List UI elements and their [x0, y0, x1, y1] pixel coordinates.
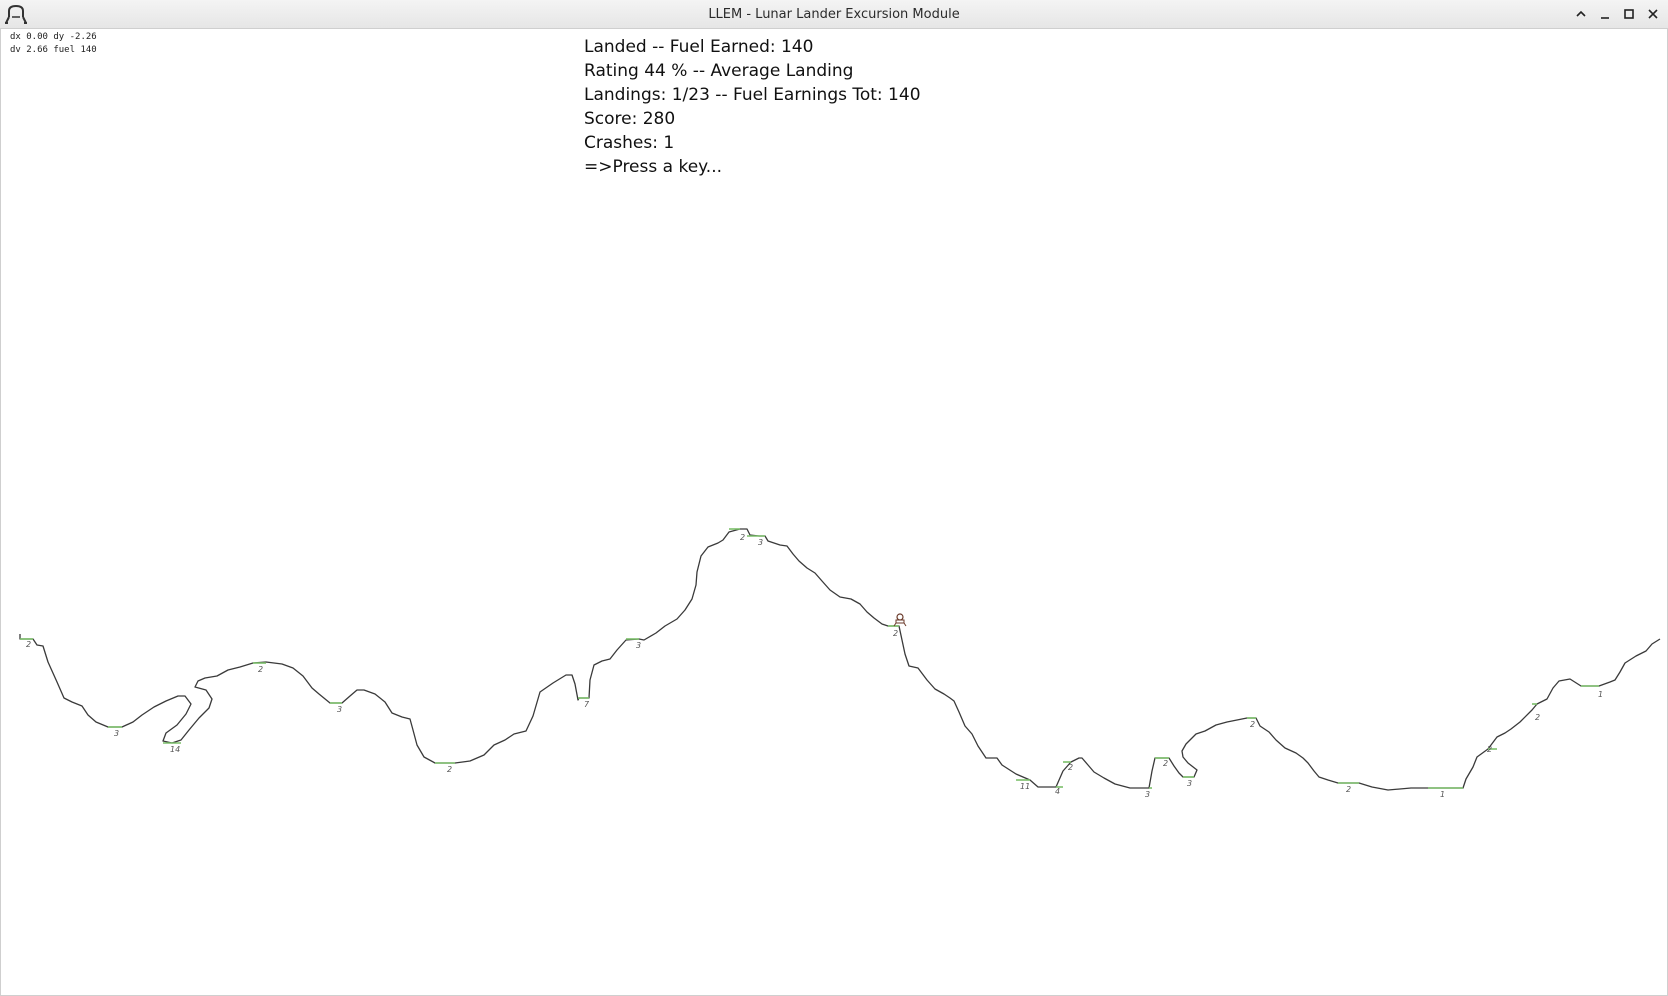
pad-multiplier-label: 2: [447, 765, 452, 774]
pad-multiplier-label: 2: [1346, 785, 1351, 794]
pad-multiplier-label: 3: [758, 538, 763, 547]
pad-multiplier-label: 2: [1163, 759, 1168, 768]
pad-multiplier-label: 14: [170, 745, 180, 754]
terrain-outline: [19, 528, 1661, 791]
pad-multiplier-label: 3: [1145, 790, 1150, 799]
pad-multiplier-label: 2: [26, 640, 31, 649]
pad-multiplier-label: 2: [258, 665, 263, 674]
pad-multiplier-label: 4: [1055, 787, 1060, 796]
pad-multiplier-label: 2: [1250, 720, 1255, 729]
pad-multiplier-label: 3: [636, 641, 641, 650]
pad-multiplier-label: 2: [1068, 763, 1073, 772]
pad-multiplier-label: 3: [114, 729, 119, 738]
pad-multiplier-label: 2: [893, 629, 898, 638]
pad-multiplier-label: 3: [1187, 779, 1192, 788]
pad-multiplier-label: 11: [1020, 782, 1030, 791]
landing-pads: [20, 528, 1599, 789]
pad-multiplier-label: 1: [1440, 790, 1445, 799]
pad-multiplier-label: 2: [1535, 713, 1540, 722]
pad-multiplier-label: 7: [584, 700, 590, 709]
pad-multiplier-label: 3: [337, 705, 342, 714]
lunar-terrain: 2 3 14 2 3 2 7 3 2 3 2 4 3 2 3 2 11 2 2 1 2 2 1: [19, 528, 1661, 799]
pad-multiplier-label: 1: [1598, 690, 1603, 699]
pad-multiplier-label: 2: [740, 533, 745, 542]
pad-multiplier-label: 2: [1487, 745, 1492, 754]
lander-icon: [893, 613, 907, 627]
